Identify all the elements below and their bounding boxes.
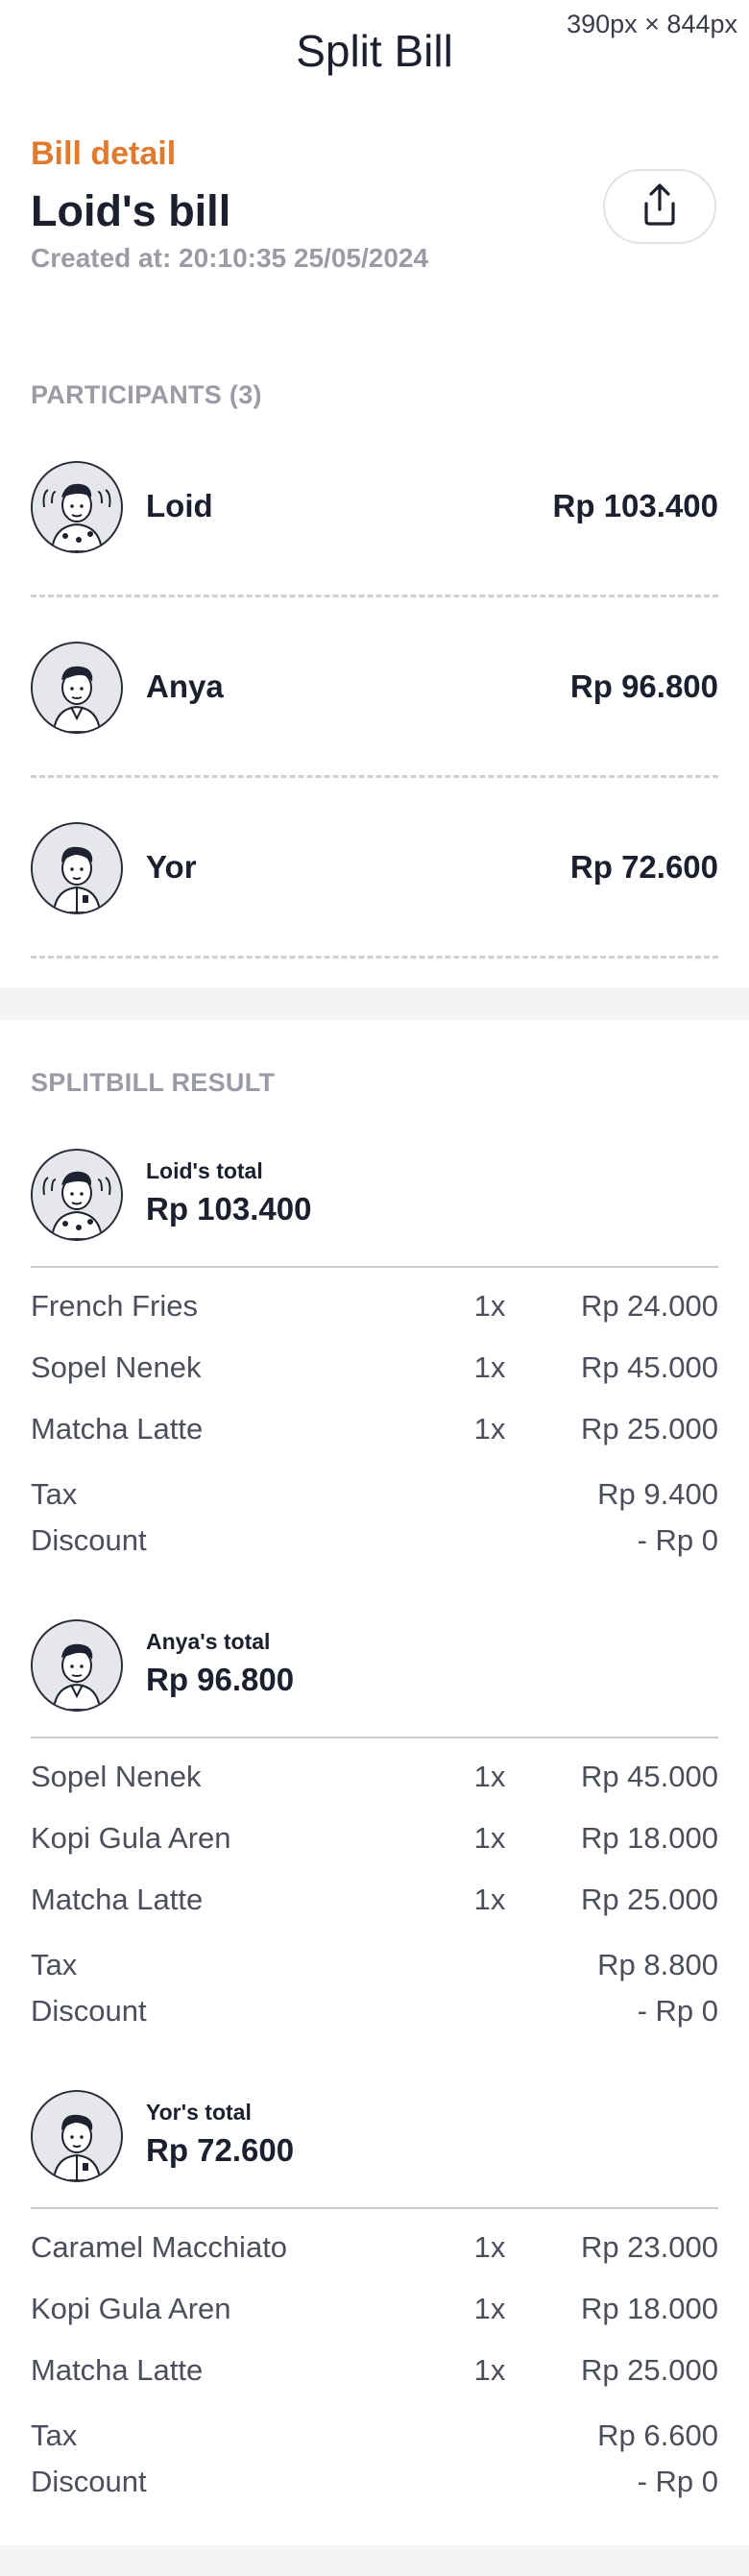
item-name: Matcha Latte bbox=[31, 1412, 204, 1446]
result-header: Loid's total Rp 103.400 bbox=[31, 1149, 718, 1268]
yor-avatar bbox=[31, 2090, 123, 2182]
discount-row: Discount - Rp 0 bbox=[31, 2457, 718, 2503]
bill-detail-label: Bill detail bbox=[31, 135, 177, 172]
discount-row: Discount - Rp 0 bbox=[31, 1986, 718, 2032]
result-total: Rp 103.400 bbox=[146, 1191, 312, 1227]
item-name: Matcha Latte bbox=[31, 1883, 204, 1916]
bottom-divider-band bbox=[0, 2545, 749, 2576]
item-qty: 1x bbox=[473, 2353, 506, 2387]
splitbill-result-section-label: SPLITBILL RESULT bbox=[31, 1068, 276, 1097]
tax-value: Rp 9.400 bbox=[597, 1477, 718, 1511]
list-item: Sopel Nenek 1x Rp 45.000 bbox=[31, 1329, 718, 1391]
tax-value: Rp 6.600 bbox=[597, 2418, 718, 2452]
item-qty: 1x bbox=[473, 1883, 506, 1916]
result-total: Rp 72.600 bbox=[146, 2132, 295, 2168]
participant-row-yor[interactable]: Yor Rp 72.600 bbox=[31, 778, 718, 959]
list-item: French Fries 1x Rp 24.000 bbox=[31, 1268, 718, 1329]
tax-row: Tax Rp 9.400 bbox=[31, 1470, 718, 1516]
item-qty: 1x bbox=[473, 1760, 506, 1793]
participant-name: Yor bbox=[146, 849, 197, 885]
list-item: Kopi Gula Aren 1x Rp 18.000 bbox=[31, 2271, 718, 2332]
tax-label: Tax bbox=[31, 1948, 78, 1981]
item-price: Rp 18.000 bbox=[580, 1821, 718, 1855]
bill-created-at: Created at: 20:10:35 25/05/2024 bbox=[31, 243, 429, 273]
item-price: Rp 23.000 bbox=[580, 2230, 718, 2264]
list-item: Matcha Latte 1x Rp 25.000 bbox=[31, 2332, 718, 2394]
tax-row: Tax Rp 6.600 bbox=[31, 2411, 718, 2457]
item-qty: 1x bbox=[473, 1821, 506, 1855]
item-qty: 1x bbox=[473, 2292, 506, 2325]
result-header: Anya's total Rp 96.800 bbox=[31, 1619, 718, 1738]
item-price: Rp 25.000 bbox=[580, 2353, 718, 2387]
discount-label: Discount bbox=[31, 1994, 147, 2028]
tax-value: Rp 8.800 bbox=[597, 1948, 718, 1981]
item-price: Rp 24.000 bbox=[580, 1289, 718, 1323]
item-price: Rp 18.000 bbox=[580, 2292, 718, 2325]
discount-value: - Rp 0 bbox=[637, 1994, 718, 2028]
list-item: Kopi Gula Aren 1x Rp 18.000 bbox=[31, 1800, 718, 1861]
share-upload-icon bbox=[640, 182, 679, 231]
item-qty: 1x bbox=[473, 1412, 506, 1446]
result-caption: Anya's total bbox=[146, 1629, 271, 1654]
result-block-yor: Yor's total Rp 72.600 Caramel Macchiato … bbox=[31, 2090, 718, 2503]
discount-value: - Rp 0 bbox=[637, 1523, 718, 1557]
section-divider-band bbox=[0, 987, 749, 1020]
loid-avatar bbox=[31, 1149, 123, 1241]
list-item: Matcha Latte 1x Rp 25.000 bbox=[31, 1861, 718, 1923]
item-price: Rp 25.000 bbox=[580, 1412, 718, 1446]
item-name: Sopel Nenek bbox=[31, 1350, 202, 1384]
tax-label: Tax bbox=[31, 1477, 78, 1511]
participant-amount: Rp 72.600 bbox=[569, 849, 718, 885]
item-price: Rp 25.000 bbox=[580, 1883, 718, 1916]
item-name: Caramel Macchiato bbox=[31, 2230, 288, 2264]
participant-row-anya[interactable]: Anya Rp 96.800 bbox=[31, 597, 718, 778]
discount-label: Discount bbox=[31, 1523, 147, 1557]
list-item: Sopel Nenek 1x Rp 45.000 bbox=[31, 1738, 718, 1800]
result-header: Yor's total Rp 72.600 bbox=[31, 2090, 718, 2209]
item-price: Rp 45.000 bbox=[580, 1350, 718, 1384]
item-name: Sopel Nenek bbox=[31, 1760, 202, 1793]
item-name: Matcha Latte bbox=[31, 2353, 204, 2387]
result-caption: Loid's total bbox=[146, 1158, 263, 1183]
result-block-anya: Anya's total Rp 96.800 Sopel Nenek 1x Rp… bbox=[31, 1619, 718, 2032]
anya-avatar bbox=[31, 642, 123, 734]
tax-label: Tax bbox=[31, 2418, 78, 2452]
item-qty: 1x bbox=[473, 2230, 506, 2264]
participants-section-label: PARTICIPANTS (3) bbox=[31, 380, 262, 409]
list-item: Caramel Macchiato 1x Rp 23.000 bbox=[31, 2209, 718, 2271]
item-name: Kopi Gula Aren bbox=[31, 2292, 231, 2325]
item-price: Rp 45.000 bbox=[580, 1760, 718, 1793]
item-name: French Fries bbox=[31, 1289, 198, 1323]
share-button[interactable] bbox=[603, 169, 716, 244]
item-qty: 1x bbox=[473, 1350, 506, 1384]
page-title: Split Bill bbox=[296, 26, 453, 76]
discount-value: - Rp 0 bbox=[637, 2465, 718, 2498]
participant-name: Anya bbox=[146, 668, 224, 704]
anya-avatar bbox=[31, 1619, 123, 1712]
tax-row: Tax Rp 8.800 bbox=[31, 1940, 718, 1986]
yor-avatar bbox=[31, 822, 123, 914]
result-total: Rp 96.800 bbox=[146, 1662, 295, 1697]
participant-name: Loid bbox=[146, 488, 213, 523]
loid-avatar bbox=[31, 461, 123, 553]
result-caption: Yor's total bbox=[146, 2100, 252, 2125]
discount-row: Discount - Rp 0 bbox=[31, 1516, 718, 1562]
participant-row-loid[interactable]: Loid Rp 103.400 bbox=[31, 417, 718, 597]
discount-label: Discount bbox=[31, 2465, 147, 2498]
result-block-loid: Loid's total Rp 103.400 French Fries 1x … bbox=[31, 1149, 718, 1562]
item-qty: 1x bbox=[473, 1289, 506, 1323]
item-name: Kopi Gula Aren bbox=[31, 1821, 231, 1855]
participant-amount: Rp 103.400 bbox=[552, 488, 718, 523]
participant-amount: Rp 96.800 bbox=[569, 668, 718, 704]
list-item: Matcha Latte 1x Rp 25.000 bbox=[31, 1391, 718, 1452]
